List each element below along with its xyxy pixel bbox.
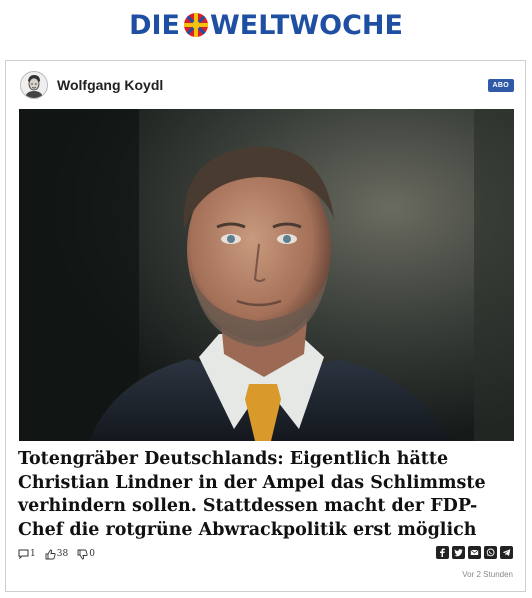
article-stats: 1 38 0 xyxy=(18,547,104,561)
thumbs-down-icon xyxy=(77,549,88,559)
facebook-icon[interactable] xyxy=(436,546,449,559)
twitter-icon[interactable] xyxy=(452,546,465,559)
author-avatar[interactable] xyxy=(20,71,48,99)
telegram-icon[interactable] xyxy=(500,546,513,559)
site-logo[interactable]: DIE WELTWOCHE xyxy=(0,6,532,44)
thumbs-up-icon xyxy=(45,549,56,559)
article-card[interactable]: Wolfgang Koydl ABO Totengräber Deutschla… xyxy=(5,60,526,592)
comment-icon xyxy=(18,549,29,559)
comment-count-value: 1 xyxy=(30,549,36,559)
email-icon[interactable] xyxy=(468,546,481,559)
author-row: Wolfgang Koydl ABO xyxy=(20,70,514,100)
dislike-count-value: 0 xyxy=(89,549,95,559)
dislike-count[interactable]: 0 xyxy=(77,549,95,560)
portrait-image xyxy=(19,109,514,441)
logo-text-part1: DIE xyxy=(129,9,180,41)
comment-count[interactable]: 1 xyxy=(18,549,36,559)
publish-time: Vor 2 Stunden xyxy=(462,570,513,579)
logo-text-part2: WELTWOCHE xyxy=(209,9,403,41)
logo-seal-icon xyxy=(183,13,208,37)
article-photo[interactable] xyxy=(19,109,514,441)
like-count-value: 38 xyxy=(56,549,69,559)
article-headline[interactable]: Totengräber Deutschlands: Eigentlich hät… xyxy=(18,448,514,542)
whatsapp-icon[interactable] xyxy=(484,546,497,559)
share-buttons xyxy=(436,546,513,559)
abo-badge: ABO xyxy=(487,78,514,92)
like-count[interactable]: 38 xyxy=(45,549,68,560)
author-name[interactable]: Wolfgang Koydl xyxy=(57,77,163,93)
